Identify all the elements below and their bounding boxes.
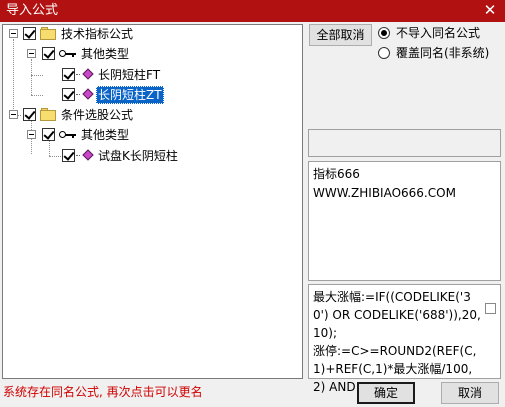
tree-label: 条件选股公式 — [61, 108, 134, 122]
collapse-icon[interactable] — [9, 29, 18, 38]
radio-button[interactable] — [378, 27, 390, 39]
folder-icon — [40, 108, 56, 121]
formula-icon — [76, 88, 94, 102]
checkbox-stock-selection[interactable] — [23, 108, 36, 121]
tree-item-formula-zt[interactable]: 长阴短柱ZT — [3, 86, 302, 104]
radio-label: 覆盖同名(非系统) — [396, 46, 490, 60]
tree-label: 其他类型 — [81, 128, 130, 142]
radio-label: 不导入同名公式 — [396, 26, 481, 40]
checkbox-formula-zt[interactable] — [62, 88, 75, 101]
checkbox-formula-test[interactable] — [62, 149, 75, 162]
collapse-icon[interactable] — [27, 130, 36, 139]
tree-label-selected: 长阴短柱ZT — [96, 86, 164, 104]
tree-node-stock-selection[interactable]: 条件选股公式 — [3, 106, 302, 124]
progress-area — [308, 129, 501, 157]
folder-icon — [40, 27, 56, 40]
tree-label: 试盘K长阴短柱 — [98, 149, 178, 163]
formula-code-box[interactable]: 最大涨幅:=IF((CODELIKE('30') OR CODELIKE('68… — [308, 284, 501, 394]
formula-icon — [76, 68, 94, 82]
formula-tree[interactable]: 技术指标公式 其他类型 长阴短柱FT 长阴短柱ZT 条件选股公式 其他类型 试盘… — [2, 24, 303, 379]
checkbox-other-types-2[interactable] — [42, 128, 55, 141]
collapse-icon[interactable] — [9, 110, 18, 119]
tree-node-other-types-2[interactable]: 其他类型 — [3, 126, 302, 144]
formula-code-text: 最大涨幅:=IF((CODELIKE('30') OR CODELIKE('68… — [313, 290, 481, 394]
checkbox-other-types[interactable] — [42, 47, 55, 60]
ok-button[interactable]: 确定 — [357, 382, 415, 404]
tree-node-technical-indicators[interactable]: 技术指标公式 — [3, 25, 302, 43]
formula-info-text: 指标666 WWW.ZHIBIAO666.COM — [308, 161, 501, 281]
tree-label: 长阴短柱FT — [98, 68, 161, 82]
code-checkbox[interactable] — [485, 303, 496, 314]
key-icon — [59, 49, 77, 59]
checkbox-technical-indicators[interactable] — [23, 27, 36, 40]
formula-icon — [76, 149, 94, 163]
status-message: 系统存在同名公式, 再次点击可以更名 — [3, 385, 203, 399]
tree-item-formula-test[interactable]: 试盘K长阴短柱 — [3, 147, 302, 165]
cancel-button[interactable]: 取消 — [441, 382, 499, 404]
import-formula-window: 导入公式 ✕ 技术指标公式 其他类型 长阴短柱FT 长阴短柱ZT 条件选股公式 … — [0, 0, 505, 407]
tree-label: 其他类型 — [81, 47, 130, 61]
tree-node-other-types[interactable]: 其他类型 — [3, 45, 302, 63]
radio-button[interactable] — [378, 47, 390, 59]
close-icon[interactable]: ✕ — [482, 2, 498, 18]
checkbox-formula-ft[interactable] — [62, 68, 75, 81]
tree-item-formula-ft[interactable]: 长阴短柱FT — [3, 66, 302, 84]
collapse-icon[interactable] — [27, 49, 36, 58]
window-title: 导入公式 — [6, 3, 59, 18]
clear-all-button[interactable]: 全部取消 — [309, 24, 372, 46]
title-bar[interactable]: 导入公式 ✕ — [0, 0, 505, 22]
tree-label: 技术指标公式 — [61, 27, 134, 41]
key-icon — [59, 130, 77, 140]
